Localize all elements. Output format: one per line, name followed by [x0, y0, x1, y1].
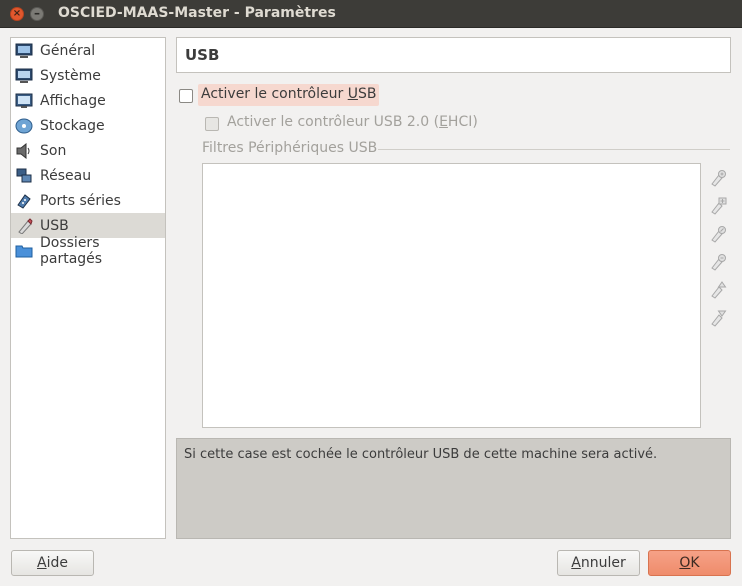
sidebar-item-label: Système [40, 67, 101, 84]
usb-icon [15, 217, 33, 235]
settings-category-list: Général Système Affichage Stockage Son R… [10, 37, 166, 539]
usb-filters-section-title: Filtres Périphériques USB [202, 140, 378, 156]
sidebar-item-label: Ports séries [40, 192, 121, 209]
sidebar-item-label: Dossiers partagés [40, 234, 103, 267]
display-icon [15, 92, 33, 110]
info-description-panel: Si cette case est cochée le contrôleur U… [176, 438, 731, 539]
enable-usb2-label: Activer le contrôleur USB 2.0 (EHCI) [227, 114, 478, 130]
window-titlebar: × – OSCIED-MAAS-Master - Paramètres [0, 0, 742, 28]
serial-ports-icon [15, 192, 33, 210]
sidebar-item-label: USB [40, 217, 69, 234]
page-header: USB [176, 37, 731, 73]
usb-filter-edit-icon[interactable] [708, 224, 728, 244]
shared-folders-icon [15, 242, 33, 260]
sidebar-item-serial-ports[interactable]: Ports séries [11, 188, 165, 213]
window-close-button[interactable]: × [10, 7, 24, 21]
network-icon [15, 167, 33, 185]
sidebar-item-label: Général [40, 42, 96, 59]
usb-filters-list[interactable] [202, 163, 701, 428]
enable-usb-label[interactable]: Activer le contrôleur USB [198, 84, 380, 106]
sidebar-item-storage[interactable]: Stockage [11, 113, 165, 138]
enable-usb-checkbox[interactable] [179, 89, 193, 103]
usb-filter-move-up-icon[interactable] [708, 280, 728, 300]
usb-filter-move-down-icon[interactable] [708, 308, 728, 328]
sidebar-item-label: Réseau [40, 167, 92, 184]
sidebar-item-system[interactable]: Système [11, 63, 165, 88]
sidebar-item-label: Stockage [40, 117, 105, 134]
sidebar-item-label: Son [40, 142, 67, 159]
ok-button[interactable]: OK [648, 550, 731, 576]
system-icon [15, 67, 33, 85]
usb-filter-add-icon[interactable] [708, 168, 728, 188]
cancel-button[interactable]: Annuler [557, 550, 640, 576]
enable-usb2-checkbox[interactable] [205, 117, 219, 131]
window-title: OSCIED-MAAS-Master - Paramètres [58, 5, 336, 21]
sidebar-item-audio[interactable]: Son [11, 138, 165, 163]
sidebar-item-general[interactable]: Général [11, 38, 165, 63]
info-text: Si cette case est cochée le contrôleur U… [184, 447, 658, 462]
sidebar-item-label: Affichage [40, 92, 106, 109]
usb-filter-remove-icon[interactable] [708, 252, 728, 272]
sidebar-item-display[interactable]: Affichage [11, 88, 165, 113]
help-button[interactable]: Aide [11, 550, 94, 576]
window-minimize-button[interactable]: – [30, 7, 44, 21]
sidebar-item-network[interactable]: Réseau [11, 163, 165, 188]
general-icon [15, 42, 33, 60]
storage-icon [15, 117, 33, 135]
usb-filter-add-from-device-icon[interactable] [708, 196, 728, 216]
audio-icon [15, 142, 33, 160]
page-title: USB [185, 46, 220, 64]
section-divider [378, 149, 730, 150]
sidebar-item-shared-folders[interactable]: Dossiers partagés [11, 235, 165, 267]
